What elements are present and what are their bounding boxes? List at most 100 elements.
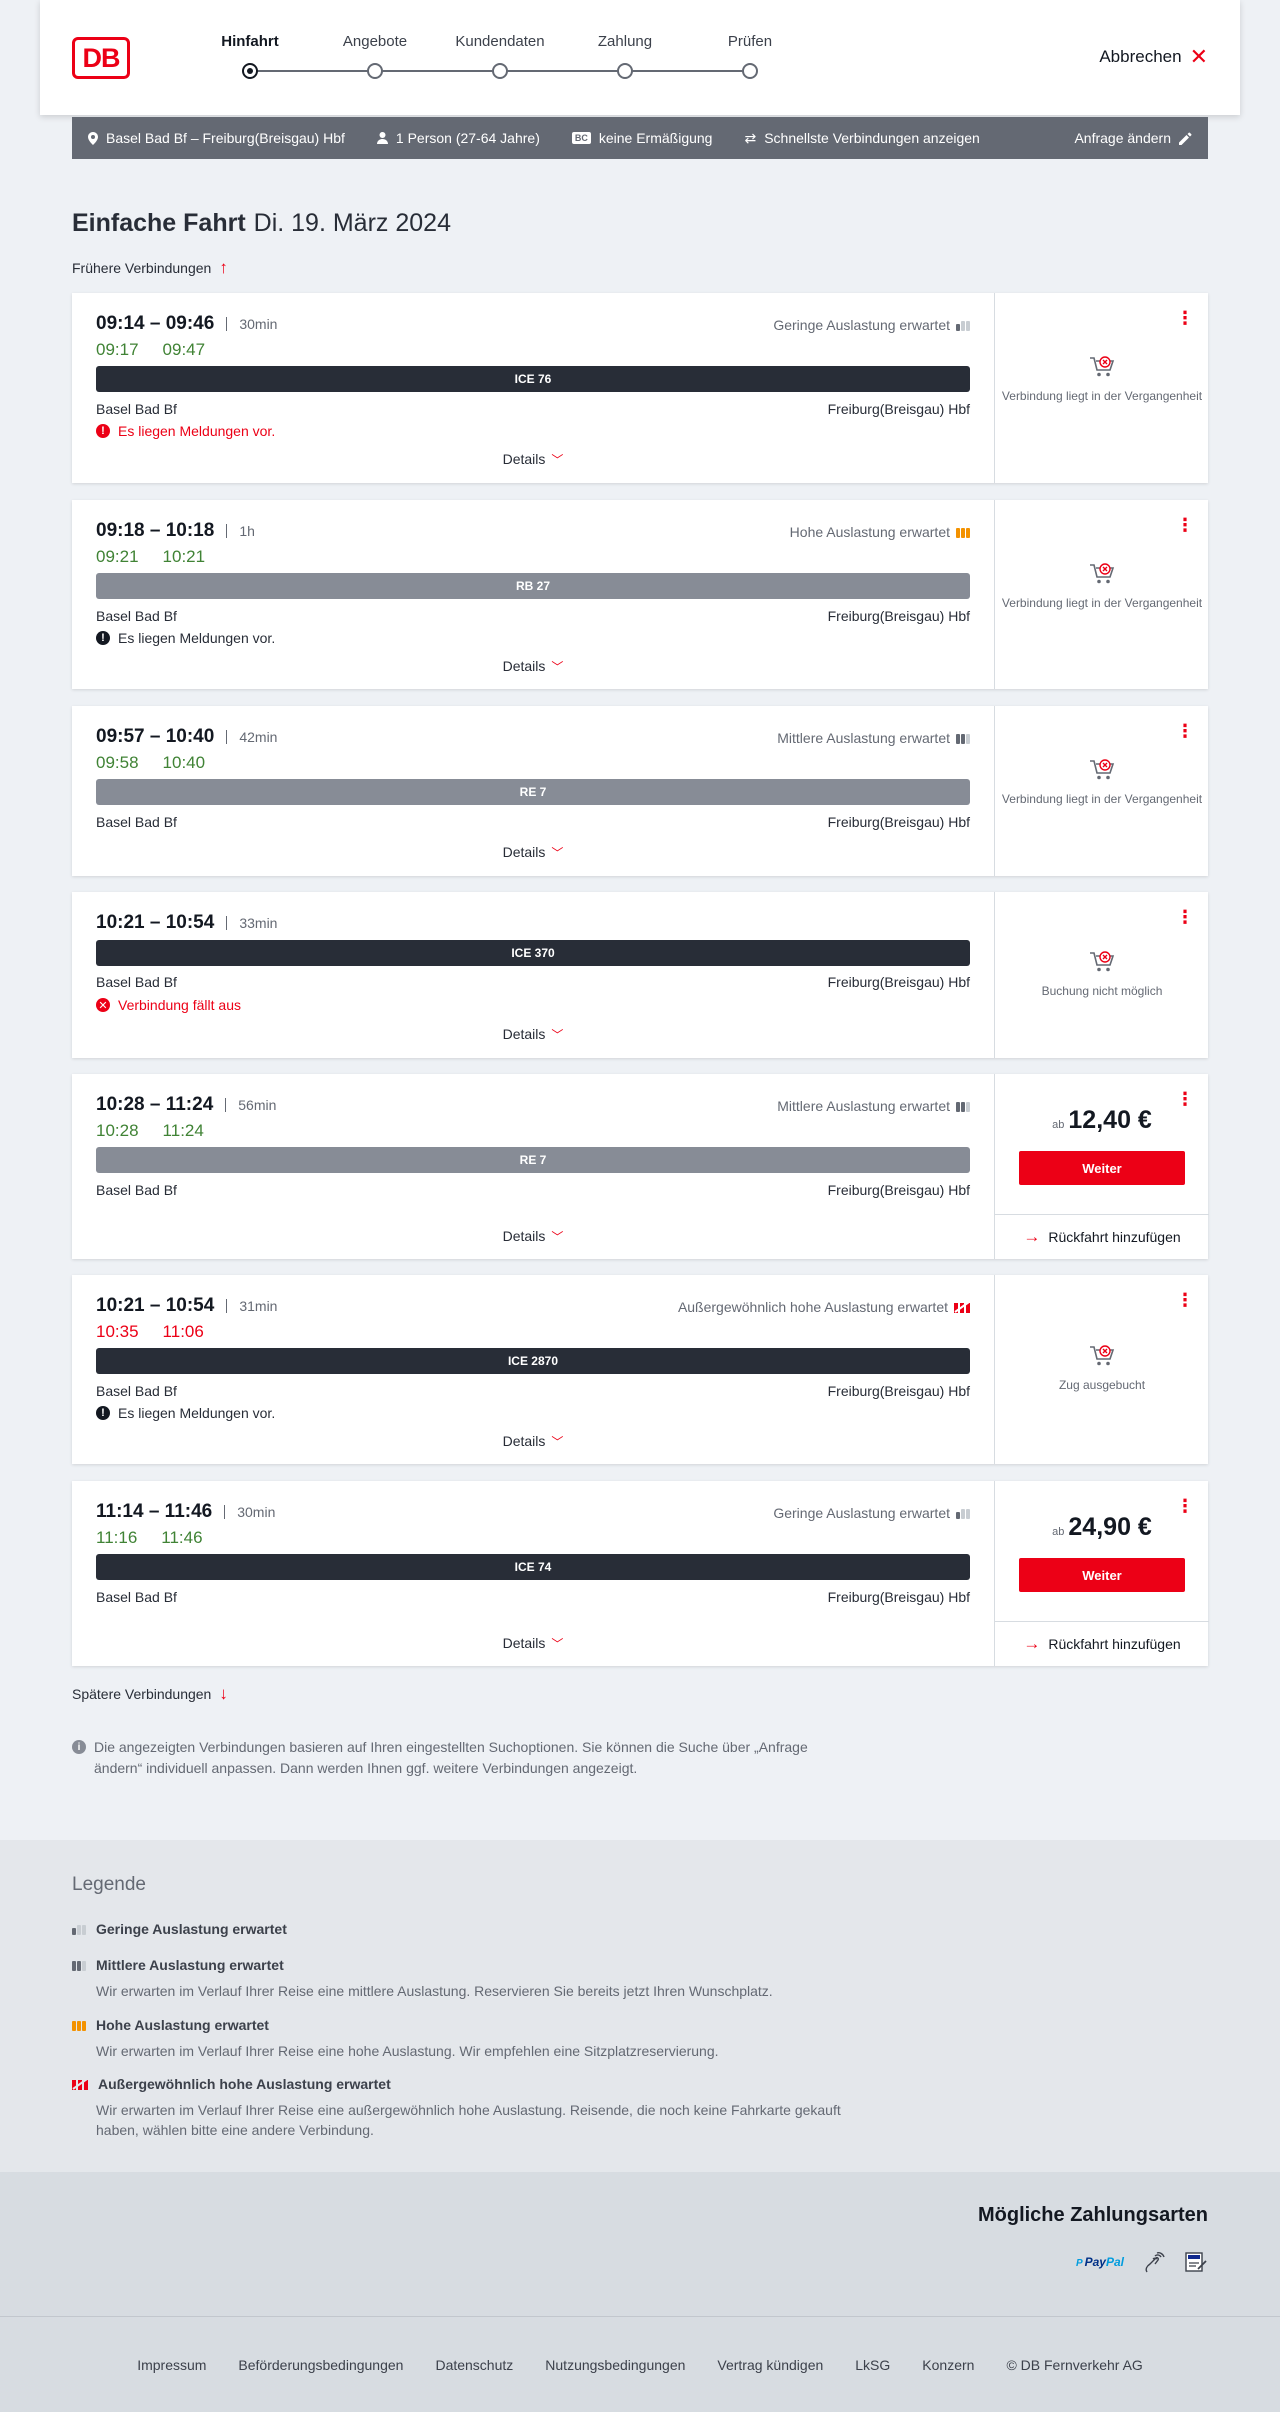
load-text: Geringe Auslastung erwartet [773,317,950,333]
edit-request-button[interactable]: Anfrage ändern [1074,130,1192,146]
connection-times: 10:21 – 10:54 31min [96,1295,277,1317]
connection-card[interactable]: 10:28 – 11:24 56min 10:28 11:24 Mittlere A… [72,1074,1209,1259]
footer-link-nutzungsbedingungen[interactable]: Nutzungsbedingungen [545,2357,685,2373]
chevron-down-icon: ﹀ [551,660,564,674]
step-kundendaten: Kundendaten [445,33,555,79]
details-label: Details [502,1026,546,1042]
payment-title: Mögliche Zahlungsarten [977,2204,1208,2226]
bahncard-icon: BC [571,132,591,144]
footer-link-lksg[interactable]: LkSG [855,2357,890,2373]
departure-station: Basel Bad Bf [96,1182,177,1198]
realtime: 09:17 09:47 [96,340,229,360]
booking-panel: ⋮ ab 24,90 € Weiter → Rückfahrt hinzufügen [994,1481,1209,1666]
duration: 31min [239,1298,278,1314]
divider [225,1098,227,1112]
add-return-trip-button[interactable]: → Rückfahrt hinzufügen [995,1214,1209,1259]
chevron-down-icon: ﹀ [551,1230,564,1244]
realtime-departure: 09:58 [96,753,139,772]
connection-times: 10:28 – 11:24 56min [96,1094,276,1116]
connection-card[interactable]: 10:21 – 10:54 33min ICE 370 Basel Bad Bf … [72,892,1208,1058]
more-options-icon[interactable]: ⋮ [1176,908,1194,926]
later-connections-button[interactable]: Spätere Verbindungen ↓ [72,1684,228,1704]
info-note: i Die angezeigten Verbindungen basieren a… [72,1737,852,1779]
cart-unavailable-icon [1090,563,1115,584]
more-options-icon[interactable]: ⋮ [1176,1291,1194,1309]
message-text: Es liegen Meldungen vor. [118,423,276,439]
progress-stepper: Hinfahrt Angebote Kundendaten Zahlung Pr… [210,33,795,83]
load-indicator: Außergewöhnlich hohe Auslastung erwartet [678,1299,970,1315]
message-notice[interactable]: ! Es liegen Meldungen vor. [96,423,275,439]
chevron-down-icon: ﹀ [551,453,564,467]
legend-title: Legende [72,1874,146,1895]
details-label: Details [502,1635,546,1651]
footer-link-befoerderungsbedingungen[interactable]: Beförderungsbedingungen [238,2357,403,2373]
footer-copyright: © DB Fernverkehr AG [1006,2356,1143,2373]
medium-load-icon [956,1100,970,1112]
train-bar[interactable]: RE 7 [96,1147,970,1173]
train-bar[interactable]: RE 7 [96,779,970,805]
train-bar[interactable]: ICE 2870 [96,1348,970,1374]
connection-card[interactable]: 09:18 – 10:18 1h 09:21 10:21 Hohe Auslastu… [72,500,1208,689]
continue-button[interactable]: Weiter [1019,1558,1185,1592]
summary-passengers: 1 Person (27-64 Jahre) [376,130,540,146]
person-icon [376,132,388,144]
info-text: Die angezeigten Verbindungen basieren au… [94,1739,808,1776]
footer-link-impressum[interactable]: Impressum [137,2357,206,2373]
connection-card[interactable]: 10:21 – 10:54 31min 10:35 11:06 Außergewöh… [72,1275,1208,1464]
step-label: Prüfen [727,33,773,50]
footer-link-konzern[interactable]: Konzern [922,2357,974,2373]
cancel-button[interactable]: Abbrechen ✕ [1099,46,1208,68]
details-toggle[interactable]: Details ﹀ [72,844,994,861]
footer-link-vertrag-kuendigen[interactable]: Vertrag kündigen [717,2357,823,2373]
more-options-icon[interactable]: ⋮ [1176,516,1194,534]
earlier-connections-button[interactable]: Frühere Verbindungen ↑ [72,258,228,278]
cart-unavailable-icon [1090,759,1115,780]
load-text: Mittlere Auslastung erwartet [777,1098,950,1114]
trip-date: Di. 19. März 2024 [253,209,451,237]
chevron-down-icon: ﹀ [551,1435,564,1449]
details-toggle[interactable]: Details ﹀ [72,658,994,675]
details-toggle[interactable]: Details ﹀ [72,1635,994,1652]
low-load-icon [72,1923,86,1935]
cancellation-notice[interactable]: ✕ Verbindung fällt aus [96,997,241,1013]
message-notice[interactable]: ! Es liegen Meldungen vor. [96,630,275,646]
summary-option: ⇄ Schnellste Verbindungen anzeigen [744,130,979,147]
realtime: 10:28 11:24 [96,1121,228,1141]
more-options-icon[interactable]: ⋮ [1176,309,1194,327]
train-bar[interactable]: ICE 370 [96,940,970,966]
details-toggle[interactable]: Details ﹀ [72,1026,994,1043]
arrival-station: Freiburg(Breisgau) Hbf [827,814,970,830]
details-toggle[interactable]: Details ﹀ [72,1228,994,1245]
very-high-load-icon [954,1301,970,1313]
alert-icon: ! [96,424,110,438]
connection-card[interactable]: 11:14 – 11:46 30min 11:16 11:46 Geringe Au… [72,1481,1209,1666]
unavailable-notice: Zug ausgebucht [995,1344,1209,1393]
footer-link-datenschutz[interactable]: Datenschutz [435,2357,513,2373]
train-bar[interactable]: RB 27 [96,573,970,599]
divider [226,317,228,331]
message-notice[interactable]: ! Es liegen Meldungen vor. [96,1405,275,1421]
connection-main: 09:18 – 10:18 1h 09:21 10:21 Hohe Auslastu… [72,500,994,689]
train-bar[interactable]: ICE 74 [96,1554,970,1580]
legend-description: Wir erwarten im Verlauf Ihrer Reise eine… [96,1983,773,1999]
connection-card[interactable]: 09:57 – 10:40 42min 09:58 10:40 Mittlere A… [72,706,1208,876]
status-text: Zug ausgebucht [1058,1378,1146,1392]
status-text: Buchung nicht möglich [1041,984,1163,998]
add-return-trip-button[interactable]: → Rückfahrt hinzufügen [995,1621,1209,1666]
info-icon: i [72,1740,86,1754]
contactless-payment-icon [1145,2252,1165,2273]
page: DB Hinfahrt Angebote Kundendaten Zahlung… [0,0,1280,2412]
connection-card[interactable]: 09:14 – 09:46 30min 09:17 09:47 Geringe Au… [72,293,1208,483]
load-indicator: Mittlere Auslastung erwartet [777,730,970,746]
continue-button[interactable]: Weiter [1019,1151,1185,1185]
realtime-departure: 09:21 [96,547,139,566]
db-logo[interactable]: DB [72,37,130,79]
divider [226,916,228,930]
step-dot [242,63,258,79]
details-toggle[interactable]: Details ﹀ [72,451,994,468]
train-bar[interactable]: ICE 76 [96,366,970,392]
more-options-icon[interactable]: ⋮ [1176,722,1194,740]
realtime-departure: 09:17 [96,340,139,359]
realtime-arrival: 09:47 [162,340,206,359]
details-toggle[interactable]: Details ﹀ [72,1433,994,1450]
